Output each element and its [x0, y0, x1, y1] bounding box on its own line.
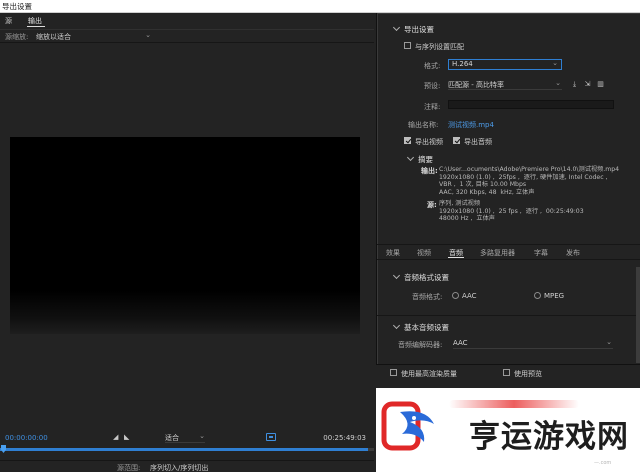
summary-source-key: 源:: [427, 201, 437, 209]
chevron-down-icon: [392, 23, 401, 32]
export-settings-panel: 导出设置 与序列设置匹配 格式: H.264 ⌄ 预设: 匹配源 - 高比特率 …: [376, 13, 640, 366]
use-previews-label: 使用预览: [514, 370, 542, 378]
format-value: H.264: [452, 60, 473, 68]
audio-format-label: 音频格式:: [412, 293, 443, 301]
max-render-quality-checkbox[interactable]: [390, 369, 397, 376]
source-scaling-dropdown[interactable]: 缩放以适合 ⌄: [36, 31, 153, 41]
source-range-label: 源范围:: [117, 464, 141, 472]
export-video-checkbox[interactable]: [404, 137, 411, 144]
chevron-down-icon: ⌄: [555, 79, 561, 87]
source-range-row: 源范围: 序列切入/序列切出: [0, 460, 374, 472]
delete-preset-icon[interactable]: ▥: [596, 80, 605, 88]
tab-captions[interactable]: 字幕: [534, 248, 548, 258]
audio-format-aac-label: AAC: [462, 292, 477, 300]
divider: [377, 315, 640, 316]
render-options: 使用最高渲染质量 使用预览: [376, 364, 640, 380]
zoom-fit-dropdown[interactable]: 适合 ⌄: [165, 432, 205, 443]
tab-publish[interactable]: 发布: [566, 248, 580, 258]
preview-area: [0, 43, 374, 423]
format-label: 格式:: [424, 62, 441, 70]
timeline-bar: 00:00:00:00 ◢ ◣ 适合 ⌄ 00:25:49:03: [0, 430, 374, 460]
watermark-text: 亨运游戏网: [469, 419, 629, 455]
chevron-down-icon: ⌄: [145, 31, 151, 39]
comments-input[interactable]: [448, 100, 614, 109]
active-tab-indicator: [448, 257, 464, 258]
tab-effects[interactable]: 效果: [386, 248, 400, 258]
audio-format-mpeg-label: MPEG: [544, 292, 565, 300]
active-tab-indicator: [27, 26, 45, 27]
summary-output-text: C:\User...ocuments\Adobe\Premiere Pro\14…: [439, 166, 620, 196]
chevron-down-icon: ⌄: [606, 338, 612, 346]
export-audio-checkbox[interactable]: [453, 137, 460, 144]
audio-format-aac-radio[interactable]: [452, 292, 459, 299]
current-timecode[interactable]: 00:00:00:00: [5, 434, 48, 442]
source-scaling-label: 源缩放:: [5, 33, 29, 41]
export-settings-heading: 导出设置: [404, 25, 434, 34]
audio-format-header[interactable]: 音频格式设置: [392, 271, 449, 283]
export-settings-header[interactable]: 导出设置: [392, 23, 434, 35]
mark-in-icon[interactable]: ◢: [113, 433, 118, 441]
tab-output[interactable]: 输出: [28, 16, 42, 26]
title-bar: 导出设置: [0, 0, 640, 13]
summary-heading: 摘要: [418, 155, 433, 164]
chevron-down-icon: [406, 153, 415, 162]
audio-format-heading: 音频格式设置: [404, 273, 449, 282]
chevron-down-icon: [392, 321, 401, 330]
summary-header[interactable]: 摘要: [406, 153, 433, 165]
tab-source[interactable]: 源: [5, 16, 12, 26]
export-audio-label: 导出音频: [464, 138, 492, 146]
playhead-icon[interactable]: [1, 445, 6, 453]
settings-tabs: 效果 视频 音频 多路复用器 字幕 发布: [377, 244, 640, 258]
output-name-link[interactable]: 测试视频.mp4: [448, 120, 494, 130]
scrub-range: [0, 448, 368, 451]
watermark-overlay: 亨运游戏网 —.com: [376, 388, 640, 472]
match-sequence-label: 与序列设置匹配: [415, 43, 464, 51]
output-name-label: 输出名称:: [408, 121, 439, 129]
chevron-down-icon: ⌄: [199, 432, 205, 440]
use-previews-checkbox[interactable]: [503, 369, 510, 376]
preview-tabs: 源 输出: [0, 13, 374, 29]
audio-codec-value: AAC: [453, 339, 468, 347]
settings-scrollbar[interactable]: [636, 267, 640, 363]
audio-codec-dropdown[interactable]: AAC ⌄: [453, 338, 613, 349]
preset-dropdown[interactable]: 匹配源 - 高比特率 ⌄: [448, 79, 562, 90]
export-video-label: 导出视频: [415, 138, 443, 146]
preview-panel: 源 输出 源缩放: 缩放以适合 ⌄ 00:00:00:00 ◢ ◣ 适合 ⌄ 0…: [0, 13, 374, 472]
audio-format-mpeg-radio[interactable]: [534, 292, 541, 299]
import-preset-icon[interactable]: ⇲: [583, 80, 592, 88]
source-range-dropdown[interactable]: 序列切入/序列切出: [150, 463, 208, 472]
zoom-fit-value: 适合: [165, 434, 179, 442]
duration-timecode: 00:25:49:03: [323, 434, 366, 442]
summary-source-text: 序列, 测试视频 1920x1080 (1.0) , 25 fps , 逐行 , …: [439, 200, 584, 222]
basic-audio-heading: 基本音频设置: [404, 323, 449, 332]
chevron-down-icon: ⌄: [552, 59, 558, 67]
audio-codec-label: 音频编解码器:: [398, 341, 443, 349]
save-preset-icon[interactable]: ⤓: [570, 80, 579, 88]
tab-multiplexer[interactable]: 多路复用器: [480, 248, 515, 258]
chevron-down-icon: [392, 271, 401, 280]
max-render-quality-label: 使用最高渲染质量: [401, 370, 457, 378]
divider: [377, 259, 640, 260]
mark-out-icon[interactable]: ◣: [124, 433, 129, 441]
preset-label: 预设:: [424, 82, 441, 90]
watermark-logo-icon: [381, 401, 434, 451]
comments-label: 注释:: [424, 103, 441, 111]
basic-audio-header[interactable]: 基本音频设置: [392, 321, 449, 333]
summary-output-key: 输出:: [421, 167, 438, 175]
match-sequence-checkbox[interactable]: [404, 42, 411, 49]
watermark-url: —.com: [594, 460, 612, 466]
aspect-crop-icon[interactable]: [266, 433, 276, 441]
window-title: 导出设置: [2, 2, 32, 11]
source-scaling-value: 缩放以适合: [36, 33, 71, 41]
format-dropdown[interactable]: H.264 ⌄: [448, 59, 562, 70]
watermark-red-stripe: [449, 400, 579, 408]
tab-video[interactable]: 视频: [417, 248, 431, 258]
source-scaling-row: 源缩放: 缩放以适合 ⌄: [0, 29, 374, 43]
preset-value: 匹配源 - 高比特率: [448, 81, 504, 89]
video-preview: [10, 137, 360, 334]
